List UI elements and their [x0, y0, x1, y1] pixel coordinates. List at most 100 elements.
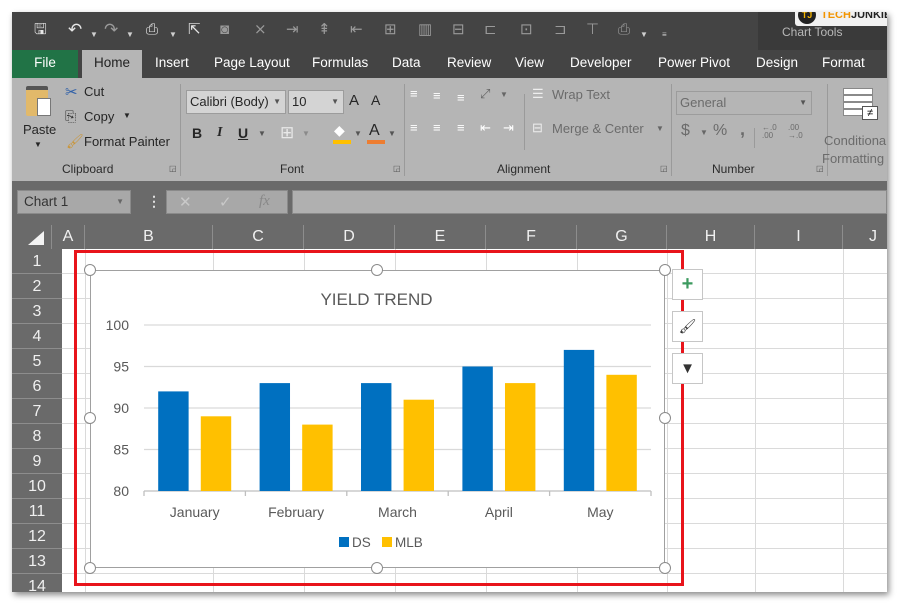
- enter-icon[interactable]: ✓: [219, 193, 232, 211]
- row-header-2[interactable]: 2: [12, 274, 62, 299]
- font-size-select[interactable]: 10 ▼: [288, 90, 344, 114]
- chart-styles-button[interactable]: 🖌: [672, 311, 703, 342]
- resize-handle-bottom-right[interactable]: [659, 562, 671, 574]
- font-color-button[interactable]: A: [367, 122, 385, 146]
- column-header-j[interactable]: J: [843, 225, 887, 249]
- tab-formulas[interactable]: Formulas: [302, 50, 378, 78]
- row-header-14[interactable]: 14: [12, 574, 62, 592]
- font-launcher-icon[interactable]: ◲: [393, 164, 401, 173]
- font-name-select[interactable]: Calibri (Body) ▼: [186, 90, 286, 114]
- select-objects-icon[interactable]: ⇱: [188, 20, 201, 40]
- bold-button[interactable]: B: [192, 125, 202, 141]
- tab-review[interactable]: Review: [437, 50, 501, 78]
- redo-dropdown-icon[interactable]: ▼: [126, 25, 134, 45]
- redo-icon[interactable]: ↷: [104, 20, 118, 40]
- cancel-icon[interactable]: ✕: [179, 193, 192, 211]
- insert-function-icon[interactable]: fx: [259, 193, 270, 210]
- column-header-i[interactable]: I: [755, 225, 843, 249]
- tab-format[interactable]: Format: [812, 50, 875, 78]
- tab-file[interactable]: File: [12, 50, 78, 78]
- merge-icon[interactable]: ⊞: [384, 20, 397, 40]
- row-header-13[interactable]: 13: [12, 549, 62, 574]
- align-center-icon[interactable]: ≡: [433, 120, 441, 135]
- formula-bar-grip-icon[interactable]: ⋮: [147, 193, 161, 210]
- row-header-1[interactable]: 1: [12, 249, 62, 274]
- merge-dropdown-icon[interactable]: ▼: [656, 124, 664, 133]
- align-top-icon[interactable]: ⊤: [586, 20, 599, 40]
- resize-handle-top[interactable]: [371, 264, 383, 276]
- increase-decimal-button[interactable]: ←.0 .00: [762, 124, 780, 140]
- distribute-icon[interactable]: ⊡: [520, 20, 533, 40]
- resize-handle-top-right[interactable]: [659, 264, 671, 276]
- name-box[interactable]: Chart 1 ▼: [17, 190, 131, 214]
- comma-button[interactable]: ,: [740, 119, 745, 140]
- align-top-icon[interactable]: ≡: [410, 86, 418, 101]
- currency-dropdown-icon[interactable]: ▼: [700, 128, 708, 137]
- font-color-dropdown-icon[interactable]: ▼: [388, 129, 396, 138]
- align-right-icon[interactable]: ≡: [457, 120, 465, 135]
- row-header-7[interactable]: 7: [12, 399, 62, 424]
- italic-button[interactable]: I: [217, 125, 222, 141]
- delete-columns-icon[interactable]: ⨯: [254, 20, 267, 40]
- wrap-text-button[interactable]: Wrap Text: [552, 87, 610, 102]
- column-header-h[interactable]: H: [667, 225, 755, 249]
- borders-icon[interactable]: ⊞: [280, 123, 294, 143]
- tab-view[interactable]: View: [505, 50, 554, 78]
- insert-columns-icon[interactable]: ⇞: [318, 20, 331, 40]
- row-header-8[interactable]: 8: [12, 424, 62, 449]
- cut-button[interactable]: Cut: [84, 84, 104, 99]
- percent-button[interactable]: %: [713, 122, 727, 140]
- decrease-indent-icon[interactable]: ⇤: [480, 120, 491, 136]
- alignment-launcher-icon[interactable]: ◲: [660, 164, 668, 173]
- fill-color-dropdown-icon[interactable]: ▼: [354, 129, 362, 138]
- delete-rows-icon[interactable]: ⇥: [286, 20, 299, 40]
- print-preview-dropdown-icon[interactable]: ▼: [169, 25, 177, 45]
- number-format-select[interactable]: General ▼: [676, 91, 812, 115]
- orientation-icon[interactable]: ⤢: [480, 86, 490, 102]
- copy-dropdown-icon[interactable]: ▼: [123, 111, 131, 120]
- print-dropdown-icon[interactable]: ▼: [640, 25, 648, 45]
- customize-toolbar-icon[interactable]: ≡: [662, 25, 667, 45]
- column-header-a[interactable]: A: [52, 225, 85, 249]
- align-middle-icon[interactable]: ≡: [433, 88, 441, 103]
- align-left-icon[interactable]: ⊏: [484, 20, 497, 40]
- currency-button[interactable]: $: [681, 122, 690, 140]
- column-header-g[interactable]: G: [577, 225, 667, 249]
- tab-data[interactable]: Data: [382, 50, 431, 78]
- fill-color-button[interactable]: ◆: [333, 122, 351, 146]
- column-header-d[interactable]: D: [304, 225, 395, 249]
- paste-dropdown-icon[interactable]: ▼: [34, 140, 42, 149]
- undo-icon[interactable]: ↶: [68, 20, 82, 40]
- resize-handle-bottom[interactable]: [371, 562, 383, 574]
- underline-dropdown-icon[interactable]: ▼: [258, 129, 266, 138]
- increase-indent-icon[interactable]: ⇥: [503, 120, 514, 136]
- orientation-dropdown-icon[interactable]: ▼: [500, 90, 508, 99]
- row-header-11[interactable]: 11: [12, 499, 62, 524]
- insert-rows-icon[interactable]: ⇤: [350, 20, 363, 40]
- save-icon[interactable]: 🖫: [34, 20, 47, 40]
- column-header-e[interactable]: E: [395, 225, 486, 249]
- tab-power-pivot[interactable]: Power Pivot: [648, 50, 740, 78]
- format-painter-button[interactable]: Format Painter: [84, 134, 170, 149]
- conditional-formatting-button[interactable]: Conditional: [824, 133, 887, 148]
- row-header-4[interactable]: 4: [12, 324, 62, 349]
- chart-elements-button[interactable]: +: [672, 269, 703, 300]
- align-bottom-icon[interactable]: ≡: [457, 90, 465, 105]
- chart-icon[interactable]: ▥: [418, 20, 432, 40]
- row-header-5[interactable]: 5: [12, 349, 62, 374]
- align-center-icon[interactable]: ⊟: [452, 20, 465, 40]
- column-header-b[interactable]: B: [85, 225, 213, 249]
- tab-developer[interactable]: Developer: [560, 50, 642, 78]
- align-left-icon[interactable]: ≡: [410, 120, 418, 135]
- resize-handle-bottom-left[interactable]: [84, 562, 96, 574]
- row-header-3[interactable]: 3: [12, 299, 62, 324]
- row-header-12[interactable]: 12: [12, 524, 62, 549]
- print-icon[interactable]: ⎙: [618, 20, 630, 40]
- copy-button[interactable]: Copy: [84, 109, 114, 124]
- merge-center-button[interactable]: Merge & Center: [552, 121, 644, 136]
- resize-handle-top-left[interactable]: [84, 264, 96, 276]
- column-header-c[interactable]: C: [213, 225, 304, 249]
- camera-icon[interactable]: ◙: [220, 20, 229, 40]
- print-preview-icon[interactable]: ⎙: [146, 20, 158, 40]
- clipboard-launcher-icon[interactable]: ◲: [169, 164, 177, 173]
